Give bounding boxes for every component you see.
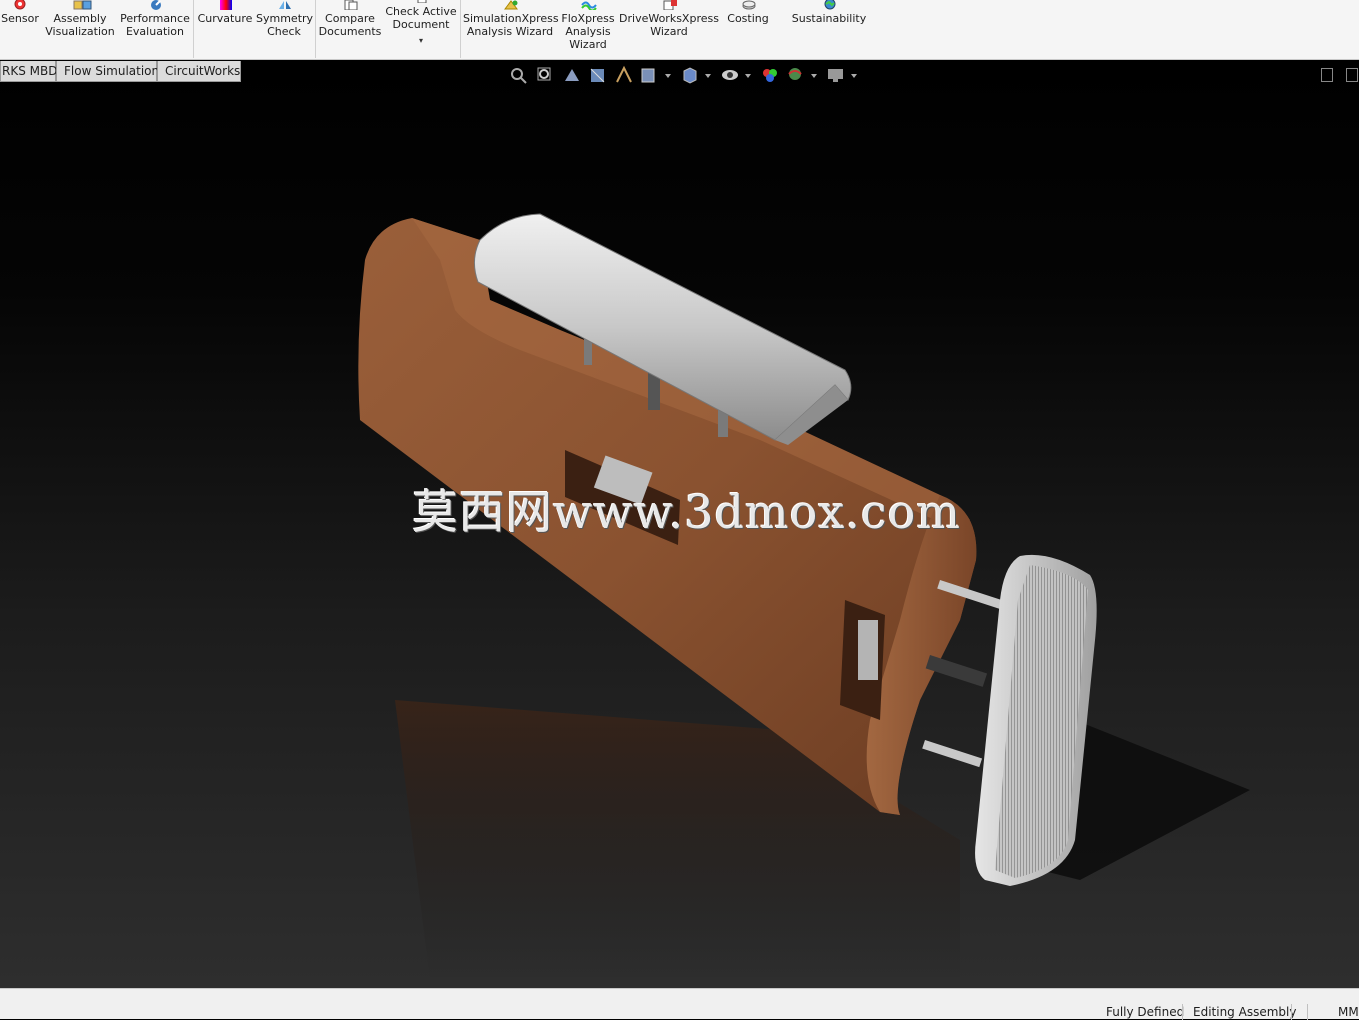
sustainability-icon bbox=[822, 0, 836, 10]
display-style-icon[interactable] bbox=[680, 65, 700, 85]
status-mode: Editing Assembly bbox=[1193, 1005, 1297, 1019]
rod-middle-threaded bbox=[925, 655, 988, 687]
previous-view-icon[interactable] bbox=[562, 65, 582, 85]
compare-documents-icon bbox=[343, 0, 358, 11]
simulationxpress-label: SimulationXpress Analysis Wizard bbox=[463, 12, 559, 38]
ribbon-separator bbox=[460, 0, 461, 58]
costing-label: Costing bbox=[727, 12, 769, 25]
assembly-visualization-label: Assembly Visualization bbox=[45, 12, 115, 38]
rod-lower bbox=[922, 740, 983, 768]
tab-circuitworks[interactable]: CircuitWorks bbox=[157, 61, 241, 82]
status-separator bbox=[1291, 1004, 1292, 1020]
performance-evaluation-icon bbox=[148, 0, 162, 10]
costing-icon bbox=[741, 0, 756, 10]
sustainability-button[interactable]: Sustainability bbox=[790, 0, 868, 58]
butt-gear bbox=[858, 620, 878, 680]
symmetry-check-label: Symmetry Check bbox=[256, 12, 314, 38]
assembly-visualization-button[interactable]: Assembly Visualization bbox=[44, 0, 116, 58]
chevron-down-icon[interactable] bbox=[811, 74, 817, 78]
zoom-to-area-icon[interactable] bbox=[535, 65, 555, 85]
compare-documents-label: Compare Documents bbox=[318, 12, 382, 38]
curvature-icon bbox=[218, 0, 232, 10]
chevron-down-icon[interactable] bbox=[705, 74, 711, 78]
status-units[interactable]: MM bbox=[1338, 1005, 1359, 1019]
chevron-down-icon[interactable] bbox=[851, 74, 857, 78]
view-settings-icon[interactable] bbox=[826, 65, 846, 85]
curvature-label: Curvature bbox=[197, 12, 253, 25]
performance-evaluation-label: Performance Evaluation bbox=[120, 12, 190, 38]
dynamic-annotation-icon[interactable] bbox=[614, 65, 634, 85]
check-active-document-icon bbox=[414, 0, 428, 4]
status-defined: Fully Defined bbox=[1106, 1005, 1185, 1019]
maximize-view-icon[interactable] bbox=[1346, 68, 1358, 82]
hide-show-items-icon[interactable] bbox=[720, 65, 740, 85]
sensor-button[interactable]: Sensor bbox=[0, 0, 40, 58]
tile-view-icon[interactable] bbox=[1321, 68, 1333, 82]
floxpress-label: FloXpress Analysis Wizard bbox=[561, 12, 615, 51]
driveworksxpress-icon bbox=[662, 0, 677, 11]
sensor-icon bbox=[13, 0, 27, 10]
costing-button[interactable]: Costing bbox=[723, 0, 773, 58]
section-view-icon[interactable] bbox=[588, 65, 608, 85]
chevron-down-icon[interactable] bbox=[745, 74, 751, 78]
check-active-document-label: Check Active Document bbox=[385, 5, 457, 31]
compare-documents-button[interactable]: Compare Documents bbox=[318, 0, 382, 58]
chevron-down-icon[interactable] bbox=[665, 74, 671, 78]
edit-appearance-icon[interactable] bbox=[760, 65, 780, 85]
status-separator bbox=[1182, 1004, 1183, 1020]
view-orientation-icon[interactable] bbox=[639, 65, 659, 85]
assembly-visualization-icon bbox=[73, 0, 92, 10]
tab-mbd[interactable]: RKS MBD bbox=[0, 61, 57, 82]
ribbon-separator bbox=[193, 0, 194, 58]
sustainability-label: Sustainability bbox=[791, 12, 867, 25]
simulationxpress-icon bbox=[503, 0, 518, 10]
zoom-to-fit-icon[interactable] bbox=[508, 65, 528, 85]
symmetry-check-button[interactable]: Symmetry Check bbox=[256, 0, 314, 58]
check-active-document-button[interactable]: Check Active Document ▾ bbox=[385, 0, 457, 51]
driveworksxpress-button[interactable]: DriveWorksXpress Wizard bbox=[619, 0, 719, 58]
command-manager-ribbon: Sensor Assembly Visualization Performanc… bbox=[0, 0, 1359, 60]
performance-evaluation-button[interactable]: Performance Evaluation bbox=[119, 0, 191, 58]
floxpress-button[interactable]: FloXpress Analysis Wizard bbox=[560, 0, 616, 58]
driveworksxpress-label: DriveWorksXpress Wizard bbox=[619, 12, 719, 38]
ribbon-separator bbox=[315, 0, 316, 58]
sensor-label: Sensor bbox=[1, 12, 39, 25]
chevron-down-icon[interactable]: ▾ bbox=[385, 34, 457, 47]
apply-scene-icon[interactable] bbox=[785, 65, 805, 85]
floxpress-icon bbox=[581, 0, 597, 12]
tab-flow-simulation[interactable]: Flow Simulation bbox=[56, 61, 159, 82]
watermark-text: 莫西网www.3dmox.com bbox=[412, 485, 961, 539]
symmetry-check-icon bbox=[277, 0, 291, 10]
status-bar: Fully Defined Editing Assembly MM bbox=[0, 988, 1359, 1020]
simulationxpress-button[interactable]: SimulationXpress Analysis Wizard bbox=[463, 0, 559, 58]
curvature-button[interactable]: Curvature bbox=[197, 0, 253, 58]
status-separator bbox=[1307, 1004, 1308, 1020]
